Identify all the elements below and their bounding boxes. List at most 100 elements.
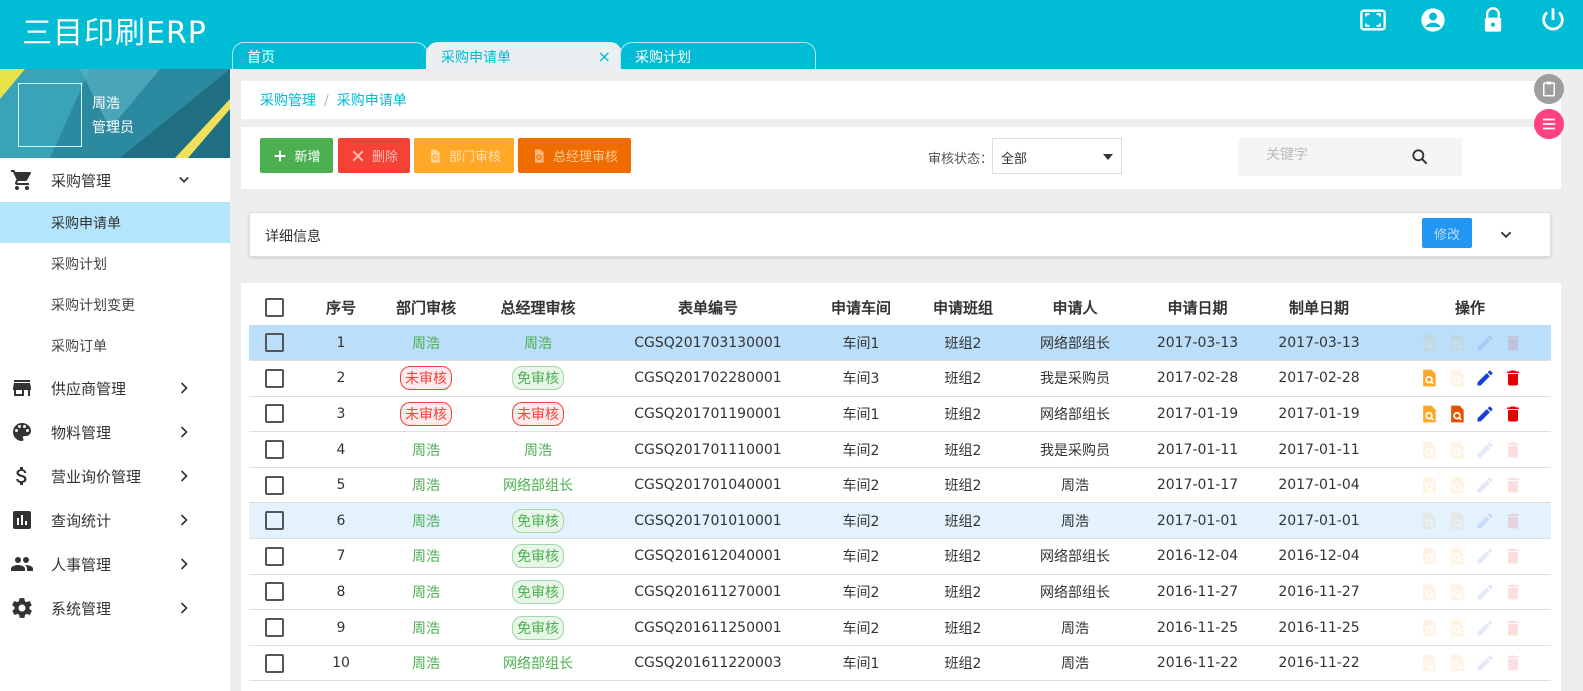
row-checkbox[interactable] (264, 440, 284, 460)
sidebar-item-hr[interactable]: 人事管理 (0, 542, 230, 586)
row-checkbox[interactable] (264, 511, 284, 531)
cell-ops (1380, 574, 1551, 611)
row-checkbox-cell (249, 396, 299, 433)
cell-gm-audit: 免审核 (469, 502, 607, 540)
row-checkbox[interactable] (264, 582, 284, 602)
sidebar-subitem-plan-change[interactable]: 采购计划变更 (0, 284, 230, 325)
row-actions (1380, 653, 1551, 673)
sidebar-subitem-purchase-request[interactable]: 采购申请单 (0, 202, 230, 243)
select-all-checkbox[interactable] (264, 297, 284, 317)
chevron-right-icon (180, 514, 188, 526)
avatar[interactable] (18, 83, 82, 147)
delete-button[interactable]: 删除 (338, 138, 410, 173)
search-icon[interactable] (1410, 147, 1430, 167)
row-checkbox[interactable] (264, 475, 284, 495)
dept-audit-icon[interactable] (1419, 404, 1439, 424)
edit-icon (1477, 620, 1493, 636)
table-header-row: 序号 部门审核 总经理审核 表单编号 申请车间 申请班组 申请人 申请日期 制单… (249, 283, 1551, 325)
power-icon[interactable] (1523, 6, 1583, 36)
sidebar-item-statistics[interactable]: 查询统计 (0, 498, 230, 542)
cell-code: CGSQ201701010001 (607, 502, 809, 540)
cell-applicant: 周浩 (1013, 645, 1137, 682)
search-input[interactable] (1266, 147, 1406, 163)
gm-audit-icon[interactable] (1447, 404, 1467, 424)
column-header: 表单编号 (677, 298, 738, 317)
dept-audit-icon[interactable] (1419, 368, 1439, 388)
chart-icon (13, 511, 31, 529)
cell-gm-audit: 网络部组长 (469, 467, 607, 504)
delete-icon[interactable] (1503, 368, 1523, 388)
table-row[interactable]: 8 周浩 免审核 CGSQ201611270001 车间2 班组2 网络部组长 2016-11… (249, 574, 1551, 611)
table-row[interactable]: 2 未审核 免审核 CGSQ201702280001 车间3 班组2 我是采购员 2017-0… (249, 360, 1551, 397)
edit-icon[interactable] (1475, 368, 1495, 388)
table-row[interactable]: 4 周浩 周浩 CGSQ201701110001 车间2 班组2 我是采购员 2017-01-… (249, 431, 1551, 468)
sidebar-subitem-purchase-order[interactable]: 采购订单 (0, 325, 230, 366)
cell-team: 班组2 (913, 502, 1013, 540)
delete-icon (1507, 335, 1519, 351)
gm-audit-status: 免审核 (512, 615, 564, 640)
sidebar-item-supplier[interactable]: 供应商管理 (0, 366, 230, 410)
dept-audit-button[interactable]: 部门审核 (414, 138, 514, 173)
tab-purchase-request[interactable]: 采购申请单 × (426, 42, 622, 69)
cell-apply-date: 2016-11-25 (1137, 609, 1258, 646)
row-checkbox[interactable] (264, 618, 284, 638)
gm-audit-status: 免审核 (512, 544, 564, 569)
cell-make-date: 2017-03-13 (1258, 325, 1380, 362)
cell-applicant: 我是采购员 (1013, 431, 1137, 468)
tab-purchase-plan[interactable]: 采购计划 (620, 42, 816, 69)
row-actions (1380, 368, 1551, 388)
chevron-down-icon[interactable] (1495, 224, 1517, 246)
sidebar-item-purchase[interactable]: 采购管理 (0, 158, 230, 202)
sidebar-item-label: 人事管理 (51, 555, 112, 574)
cell-workshop: 车间1 (809, 645, 913, 682)
table-row[interactable]: 5 周浩 网络部组长 CGSQ201701040001 车间2 班组2 周浩 2017-01-… (249, 467, 1551, 504)
table-row[interactable]: 3 未审核 未审核 CGSQ201701190001 车间1 班组2 网络部组长 2017-0… (249, 396, 1551, 433)
app-title: 三目印刷ERP (22, 16, 207, 51)
fullscreen-icon[interactable] (1343, 6, 1403, 36)
breadcrumb-parent[interactable]: 采购管理 (260, 93, 316, 109)
table-row[interactable]: 1 周浩 周浩 CGSQ201703130001 车间1 班组2 网络部组长 2017-03-… (249, 325, 1551, 362)
sidebar-item-inquiry[interactable]: 营业询价管理 (0, 454, 230, 498)
row-checkbox[interactable] (264, 404, 284, 424)
cell-team: 班组2 (913, 360, 1013, 397)
sidebar-item-system[interactable]: 系统管理 (0, 586, 230, 630)
table-row[interactable]: 9 周浩 免审核 CGSQ201611250001 车间2 班组2 周浩 2016-11-25… (249, 609, 1551, 646)
tab-home[interactable]: 首页 (232, 42, 428, 69)
edit-icon (1477, 513, 1493, 529)
table-row[interactable]: 6 周浩 免审核 CGSQ201701010001 车间2 班组2 周浩 2017-01-01… (249, 502, 1551, 540)
sidebar-subitem-purchase-plan[interactable]: 采购计划 (0, 243, 230, 284)
sidebar-item-label: 查询统计 (51, 511, 112, 530)
account-circle-icon[interactable] (1403, 6, 1463, 36)
clipboard-icon[interactable] (1534, 74, 1564, 104)
cell-code: CGSQ201701040001 (607, 467, 809, 504)
delete-icon[interactable] (1503, 404, 1523, 424)
cell-dept-audit: 周浩 (383, 609, 469, 646)
cell-ops (1380, 360, 1551, 397)
table-row[interactable]: 7 周浩 免审核 CGSQ201612040001 车间2 班组2 网络部组长 2016-12… (249, 538, 1551, 575)
row-checkbox[interactable] (264, 653, 284, 673)
delete-icon (1507, 477, 1519, 493)
add-button[interactable]: 新增 (260, 138, 333, 173)
dept-audit-status: 未审核 (400, 401, 452, 426)
edit-icon[interactable] (1475, 404, 1495, 424)
gm-audit-button[interactable]: 总经理审核 (518, 138, 631, 173)
cell-apply-date: 2017-02-28 (1137, 360, 1258, 397)
sidebar-item-material[interactable]: 物料管理 (0, 410, 230, 454)
row-checkbox[interactable] (264, 546, 284, 566)
add-button-label: 新增 (294, 150, 321, 165)
close-icon[interactable]: × (598, 47, 611, 66)
row-checkbox[interactable] (264, 333, 284, 353)
edit-button[interactable]: 修改 (1422, 218, 1472, 248)
lock-icon[interactable] (1463, 6, 1523, 36)
cell-no: 4 (299, 431, 383, 468)
dept-audit-status: 周浩 (412, 620, 440, 637)
cell-workshop: 车间2 (809, 574, 913, 611)
row-checkbox[interactable] (264, 368, 284, 388)
table-row[interactable]: 10 周浩 网络部组长 CGSQ201611220003 车间1 班组2 周浩 2016-11… (249, 645, 1551, 682)
close-icon (352, 150, 364, 161)
cell-applicant: 网络部组长 (1013, 325, 1137, 362)
audit-status-select[interactable]: 全部 (992, 138, 1122, 174)
cell-workshop: 车间2 (809, 431, 913, 468)
gm-audit-icon (1451, 619, 1464, 636)
list-icon[interactable] (1534, 109, 1564, 139)
